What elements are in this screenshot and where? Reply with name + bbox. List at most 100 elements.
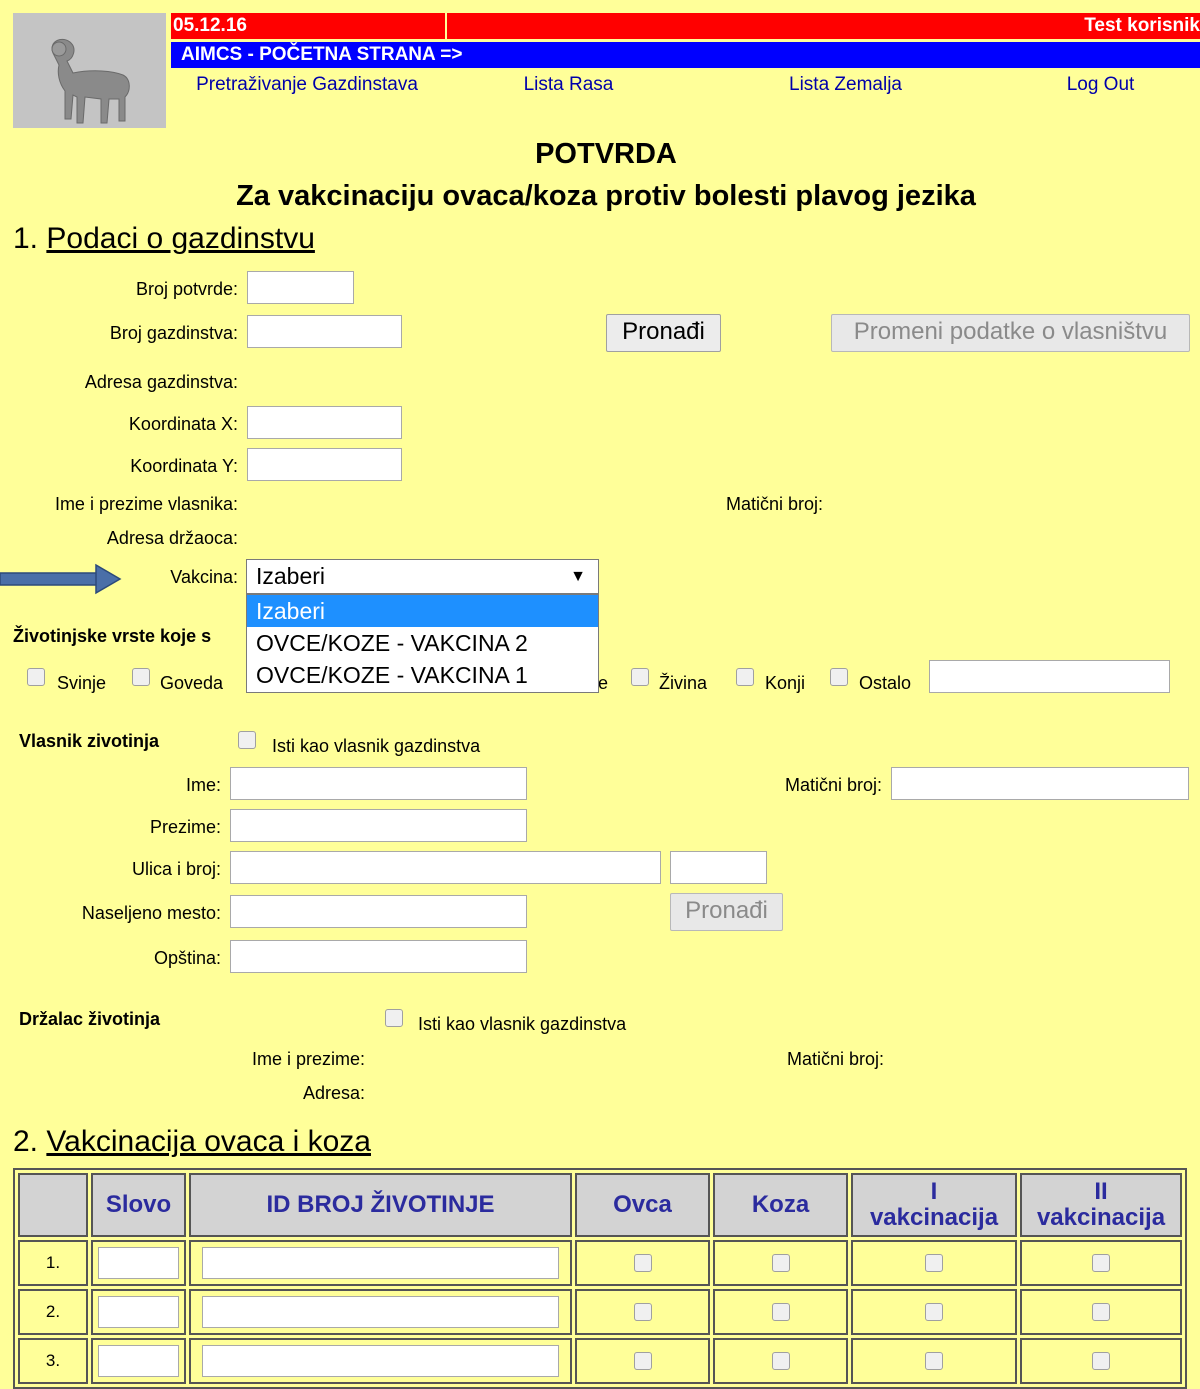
konji-checkbox[interactable] [736,668,754,686]
nav-label: Lista Rasa [523,74,614,95]
vlasnik-ulica-label: Ulica i broj: [131,859,221,879]
ii-vakcinacija-checkbox[interactable] [1092,1351,1110,1370]
vakcina-selected-value: Izaberi [256,563,326,589]
vlasnik-naselje-input[interactable] [230,895,527,928]
ostalo-checkbox[interactable] [830,668,848,686]
vlasnik-ulica-input[interactable] [230,851,661,884]
col-header-koza: Koza [713,1173,848,1237]
home-link-text: AIMCS - POČETNA STRANA => [181,44,463,65]
id-broj-input[interactable] [202,1345,559,1377]
vlasnik-same-label: Isti kao vlasnik gazdinstva [272,736,481,756]
i-vakcinacija-checkbox[interactable] [925,1253,943,1272]
koordinata-x-label: Koordinata X: [128,414,238,434]
page-subtitle: Za vakcinaciju ovaca/koza protiv bolesti… [236,180,976,212]
col-header-vakcinacija: vakcinacija [869,1204,999,1231]
table-row: 3. [18,1338,1182,1384]
section2-title: Vakcinacija ovaca i koza [46,1125,371,1158]
nav-log-out[interactable]: Log Out [1001,70,1200,100]
adresa-gazdinstva-label: Adresa gazdinstva: [84,372,238,392]
koordinata-y-input[interactable] [247,448,402,481]
col-header-i: I [930,1178,938,1205]
slovo-input[interactable] [98,1296,179,1328]
logo-image [13,13,166,128]
table-row: 2. [18,1289,1182,1335]
nav-lista-rasa[interactable]: Lista Rasa [447,70,690,100]
id-broj-input[interactable] [202,1296,559,1328]
home-link[interactable]: AIMCS - POČETNA STRANA => [171,42,1200,68]
vakcina-label: Vakcina: [170,567,238,587]
vlasnik-maticni-input[interactable] [891,767,1189,800]
section1-number: 1. [13,222,39,255]
row-number: 3. [18,1338,88,1384]
drzalac-same-label: Isti kao vlasnik gazdinstva [418,1014,627,1034]
vakcina-option-1[interactable]: OVCE/KOZE - VAKCINA 1 [247,659,598,691]
section2-number: 2. [13,1125,39,1158]
goveda-checkbox[interactable] [132,668,150,686]
ii-vakcinacija-checkbox[interactable] [1092,1302,1110,1321]
vakcina-select[interactable]: Izaberi ▼ [246,559,599,594]
nav-label: Pretraživanje Gazdinstava [196,74,418,95]
vlasnik-prezime-label: Prezime: [149,817,221,837]
vlasnik-ime-label: Ime: [185,775,221,795]
drzalac-heading: Držalac životinja [19,1009,161,1029]
broj-gazdinstva-label: Broj gazdinstva: [109,323,238,343]
nav-lista-zemalja[interactable]: Lista Zemalja [694,70,997,100]
vlasnik-heading: Vlasnik zivotinja [19,731,160,751]
koza-checkbox[interactable] [771,1351,790,1370]
slovo-input[interactable] [98,1247,179,1279]
col-header-ii: II [1094,1178,1108,1205]
vakcinacija-table: Slovo ID BROJ ŽIVOTINJE Ovca Koza I vakc… [13,1168,1187,1389]
nav-pretrazivanje-gazdinstava[interactable]: Pretraživanje Gazdinstava [171,70,443,100]
ostalo-input[interactable] [929,660,1170,693]
vlasnik-same-checkbox[interactable] [238,731,256,749]
drzalac-same-checkbox[interactable] [385,1009,403,1027]
date-text: 05.12.16 [173,15,247,36]
svinje-checkbox[interactable] [27,668,45,686]
maticni-broj-label: Matični broj: [725,494,823,514]
col-header-vakcinacija: vakcinacija [1036,1204,1166,1231]
broj-potvrde-input[interactable] [247,271,354,304]
ovca-checkbox[interactable] [633,1351,652,1370]
broj-gazdinstva-input[interactable] [247,315,402,348]
adresa-drzaoca-label: Adresa držaoca: [106,528,238,548]
table-header-row: Slovo ID BROJ ŽIVOTINJE Ovca Koza I vakc… [18,1173,1182,1237]
vlasnik-kucni-broj-input[interactable] [670,851,767,884]
ovca-checkbox[interactable] [633,1253,652,1272]
koza-checkbox[interactable] [771,1253,790,1272]
id-broj-input[interactable] [202,1247,559,1279]
col-header-empty [18,1173,88,1237]
i-vakcinacija-checkbox[interactable] [925,1351,943,1370]
ovca-cell [575,1240,710,1286]
id-broj-cell [189,1240,572,1286]
vlasnik-pronadji-button[interactable]: Pronađi [670,893,783,931]
vlasnik-ime-input[interactable] [230,767,527,800]
slovo-input[interactable] [98,1345,179,1377]
promeni-podatke-button[interactable]: Promeni podatke o vlasništvu [831,314,1190,352]
drzalac-maticni-label: Matični broj: [786,1049,884,1069]
i-vakcinacija-checkbox[interactable] [925,1302,943,1321]
zivina-checkbox[interactable] [631,668,649,686]
slovo-cell [91,1338,186,1384]
ovca-checkbox[interactable] [633,1302,652,1321]
section2-heading: 2. Vakcinacija ovaca i koza [13,1125,371,1159]
col-header-ovca: Ovca [575,1173,710,1237]
ovca-cell [575,1289,710,1335]
ii-vakcinacija-cell [1020,1240,1182,1286]
pronadji-button[interactable]: Pronađi [606,314,721,352]
ii-vakcinacija-checkbox[interactable] [1092,1253,1110,1272]
koza-cell [713,1338,848,1384]
col-header-id-broj: ID BROJ ŽIVOTINJE [189,1173,572,1237]
col-header-i-vakcinacija: I vakcinacija [851,1173,1017,1237]
vakcina-option-2[interactable]: OVCE/KOZE - VAKCINA 2 [247,627,598,659]
row-number: 2. [18,1289,88,1335]
koza-cell [713,1289,848,1335]
vlasnik-opstina-label: Opština: [153,948,221,968]
zivina-label: Živina [659,673,708,693]
vlasnik-opstina-input[interactable] [230,940,527,973]
koza-checkbox[interactable] [771,1302,790,1321]
koordinata-x-input[interactable] [247,406,402,439]
nav-label: Log Out [1066,74,1135,95]
drzalac-ime-label: Ime i prezime: [251,1049,365,1069]
vlasnik-prezime-input[interactable] [230,809,527,842]
vakcina-option-izaberi[interactable]: Izaberi [247,595,598,627]
